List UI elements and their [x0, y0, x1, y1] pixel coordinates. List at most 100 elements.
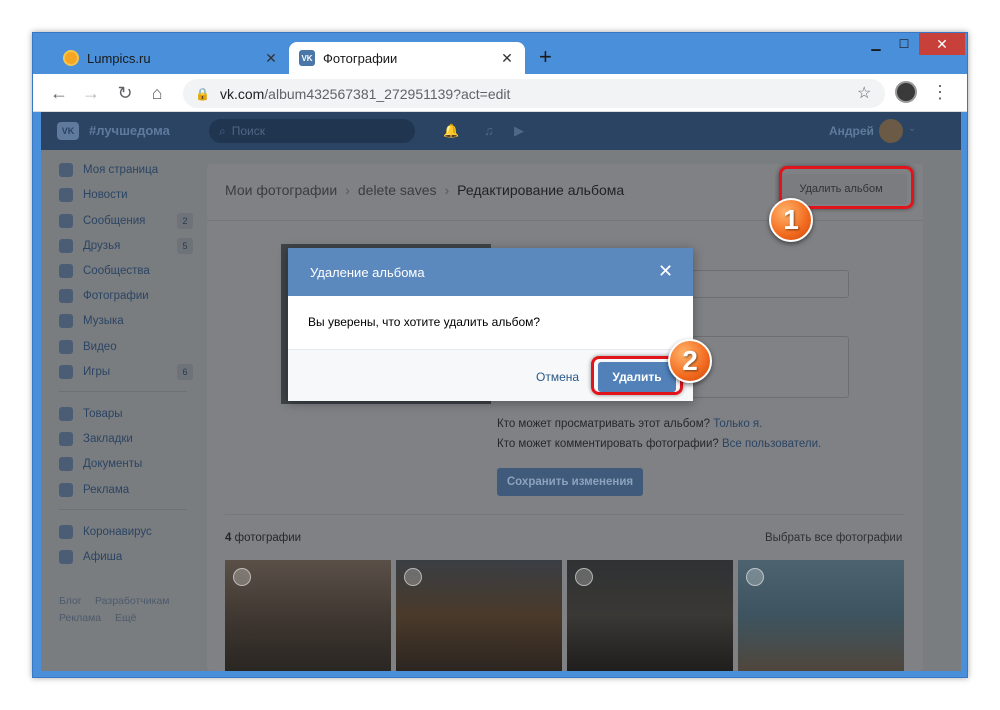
sidebar-item-label: Закладки — [83, 433, 133, 445]
notifications-bell-icon[interactable]: 🔔 — [443, 123, 459, 139]
sidebar-item-documents[interactable]: Документы — [59, 455, 142, 473]
browser-menu-icon[interactable]: ⋮ — [931, 80, 949, 104]
home-icon[interactable]: ⌂ — [145, 81, 169, 105]
album-edit-panel: Мои фотографии › delete saves › Редактир… — [207, 164, 923, 671]
close-icon[interactable]: ✕ — [658, 262, 673, 280]
divider — [225, 514, 905, 515]
vk-user-name[interactable]: Андрей — [829, 124, 874, 138]
select-all-photos-link[interactable]: Выбрать все фотографии — [765, 532, 902, 544]
divider — [207, 220, 923, 221]
music-icon — [59, 314, 73, 328]
sidebar-item-afisha[interactable]: Афиша — [59, 548, 122, 566]
reload-icon[interactable]: ↻ — [113, 81, 137, 105]
photos-count-number: 4 — [225, 532, 232, 544]
new-tab-button[interactable]: + — [539, 45, 552, 69]
tab-photos[interactable]: VK Фотографии ✕ — [289, 42, 525, 74]
games-count-badge: 6 — [177, 364, 193, 380]
vk-favicon-icon: VK — [299, 50, 315, 66]
save-changes-button[interactable]: Сохранить изменения — [497, 468, 643, 496]
vk-search-input[interactable]: ⌕ Поиск — [209, 119, 415, 143]
friends-count-badge: 5 — [177, 238, 193, 254]
sidebar-item-goods[interactable]: Товары — [59, 405, 123, 423]
bookmark-star-icon[interactable]: ☆ — [857, 83, 871, 103]
tab-title: Фотографии — [323, 50, 398, 66]
address-bar[interactable]: 🔒 vk.com/album432567381_272951139?act=ed… — [183, 79, 885, 108]
sidebar-item-communities[interactable]: Сообщества — [59, 262, 150, 280]
sidebar-item-video[interactable]: Видео — [59, 338, 117, 356]
sidebar-item-bookmarks[interactable]: Закладки — [59, 430, 133, 448]
sidebar-footer-ads[interactable]: Реклама — [59, 612, 101, 624]
sidebar-item-ads[interactable]: Реклама — [59, 481, 129, 499]
megaphone-icon — [59, 483, 73, 497]
tab-strip: Lumpics.ru ✕ VK Фотографии ✕ + ▁ ☐ ✕ — [33, 33, 967, 74]
vk-logo-icon[interactable]: VK — [57, 122, 79, 140]
sidebar-item-friends[interactable]: Друзья — [59, 237, 120, 255]
select-circle-icon[interactable] — [233, 568, 251, 586]
select-circle-icon[interactable] — [746, 568, 764, 586]
chevron-down-icon[interactable]: ⌄ — [908, 123, 916, 134]
sidebar-footer-blog[interactable]: Блог — [59, 595, 82, 607]
url-host: vk.com — [219, 85, 265, 102]
play-icon[interactable]: ▶ — [511, 123, 527, 139]
sidebar-item-messages[interactable]: Сообщения — [59, 212, 145, 230]
photo-thumbnail[interactable] — [225, 560, 391, 671]
shopping-bag-icon — [59, 407, 73, 421]
profile-avatar-icon[interactable] — [895, 81, 917, 103]
vk-sidebar: Моя страница Новости Сообщения 2 Друзья … — [41, 150, 201, 671]
tab-title: Lumpics.ru — [87, 50, 151, 66]
sidebar-divider — [59, 391, 187, 392]
breadcrumb-album[interactable]: delete saves — [358, 182, 437, 198]
sidebar-item-label: Реклама — [83, 484, 130, 496]
select-circle-icon[interactable] — [575, 568, 593, 586]
select-circle-icon[interactable] — [404, 568, 422, 586]
vk-user-avatar[interactable] — [879, 119, 903, 143]
back-icon[interactable]: ← — [47, 81, 71, 105]
window-close-icon[interactable]: ✕ — [919, 33, 965, 55]
photo-thumbnail[interactable] — [396, 560, 562, 671]
chevron-right-icon: › — [345, 182, 350, 198]
sidebar-item-label: Коронавирус — [83, 526, 152, 538]
video-icon — [59, 340, 73, 354]
sidebar-item-games[interactable]: Игры — [59, 363, 110, 381]
vk-hashtag[interactable]: #лучшедома — [89, 123, 170, 138]
breadcrumb-my-photos[interactable]: Мои фотографии — [225, 182, 337, 198]
gamepad-icon — [59, 365, 73, 379]
vk-header: VK #лучшедома ⌕ Поиск 🔔 ♫ ▶ Андрей ⌄ — [41, 112, 961, 150]
sidebar-divider — [59, 509, 187, 510]
sidebar-item-news[interactable]: Новости — [59, 186, 128, 204]
search-icon: ⌕ — [219, 123, 226, 138]
sidebar-item-coronavirus[interactable]: Коронавирус — [59, 523, 152, 541]
minimize-icon[interactable]: ▁ — [863, 33, 889, 55]
music-note-icon[interactable]: ♫ — [481, 123, 497, 139]
photo-thumbnail[interactable] — [738, 560, 904, 671]
tab-lumpics[interactable]: Lumpics.ru ✕ — [53, 42, 289, 74]
communities-icon — [59, 264, 73, 278]
sidebar-item-photos[interactable]: Фотографии — [59, 287, 149, 305]
comment-permission-value[interactable]: Все пользователи. — [722, 438, 821, 450]
tab-close-icon[interactable]: ✕ — [263, 50, 279, 67]
sidebar-footer-developers[interactable]: Разработчикам — [95, 595, 170, 607]
dialog-header: Удаление альбома — [288, 248, 693, 296]
news-icon — [59, 188, 73, 202]
sidebar-item-label: Музыка — [83, 315, 124, 327]
comment-permission-label: Кто может комментировать фотографии? — [497, 438, 719, 450]
photo-thumbnail[interactable] — [567, 560, 733, 671]
view-permission-value[interactable]: Только я. — [713, 418, 762, 430]
messages-icon — [59, 214, 73, 228]
sidebar-item-my-page[interactable]: Моя страница — [59, 161, 158, 179]
search-placeholder: Поиск — [231, 124, 265, 138]
sidebar-footer-more[interactable]: Ещё — [115, 612, 136, 624]
document-icon — [59, 457, 73, 471]
forward-icon[interactable]: → — [79, 81, 103, 105]
dialog-message: Вы уверены, что хотите удалить альбом? — [308, 315, 541, 329]
lumpics-favicon-icon — [63, 50, 79, 66]
photos-count-label: фотографии — [234, 532, 302, 544]
comment-permission-row: Кто может комментировать фотографии? Все… — [497, 438, 821, 450]
sidebar-item-music[interactable]: Музыка — [59, 312, 124, 330]
cancel-button[interactable]: Отмена — [536, 370, 579, 384]
tab-close-icon[interactable]: ✕ — [499, 50, 515, 67]
step-2-marker: 2 — [668, 339, 712, 383]
maximize-icon[interactable]: ☐ — [891, 33, 917, 55]
sidebar-item-label: Документы — [83, 458, 143, 470]
ticket-icon — [59, 550, 73, 564]
